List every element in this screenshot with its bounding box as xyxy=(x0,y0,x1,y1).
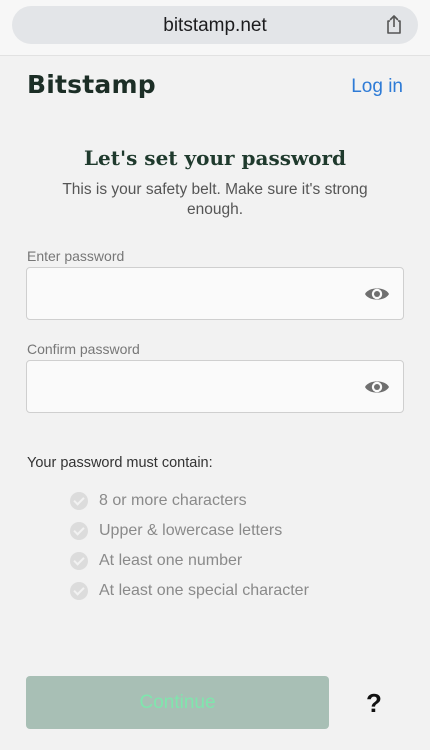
browser-toolbar: bitstamp.net xyxy=(0,0,430,56)
page-title: Let's set your password xyxy=(83,146,347,170)
continue-button[interactable]: Continue xyxy=(26,676,329,729)
requirement-item: Upper & lowercase letters xyxy=(70,516,309,546)
password-input[interactable] xyxy=(39,278,349,310)
page-subtitle: This is your safety belt. Make sure it's… xyxy=(62,181,368,218)
requirements-title: Your password must contain: xyxy=(27,455,213,471)
eye-icon[interactable] xyxy=(364,282,390,306)
requirement-label: 8 or more characters xyxy=(99,492,247,509)
requirement-label: Upper & lowercase letters xyxy=(99,522,283,539)
requirement-item: At least one special character xyxy=(70,576,309,606)
confirm-password-input[interactable] xyxy=(39,371,349,403)
help-icon[interactable]: ? xyxy=(366,688,382,719)
requirement-item: At least one number xyxy=(70,546,309,576)
check-circle-icon xyxy=(70,492,88,510)
check-circle-icon xyxy=(70,582,88,600)
share-icon[interactable] xyxy=(382,13,406,37)
confirm-password-field[interactable] xyxy=(26,360,404,413)
login-link[interactable]: Log in xyxy=(351,76,403,98)
eye-icon[interactable] xyxy=(364,375,390,399)
check-circle-icon xyxy=(70,552,88,570)
requirement-item: 8 or more characters xyxy=(70,486,309,516)
requirement-label: At least one number xyxy=(99,552,243,569)
check-circle-icon xyxy=(70,522,88,540)
address-bar[interactable]: bitstamp.net xyxy=(12,6,418,44)
bitstamp-logo[interactable]: Bitstamp xyxy=(27,70,156,99)
url-text[interactable]: bitstamp.net xyxy=(12,15,418,37)
confirm-password-label: Confirm password xyxy=(27,341,140,357)
requirement-label: At least one special character xyxy=(99,582,309,599)
requirements-list: 8 or more characters Upper & lowercase l… xyxy=(70,486,309,606)
password-label: Enter password xyxy=(27,248,125,264)
password-field[interactable] xyxy=(26,267,404,320)
